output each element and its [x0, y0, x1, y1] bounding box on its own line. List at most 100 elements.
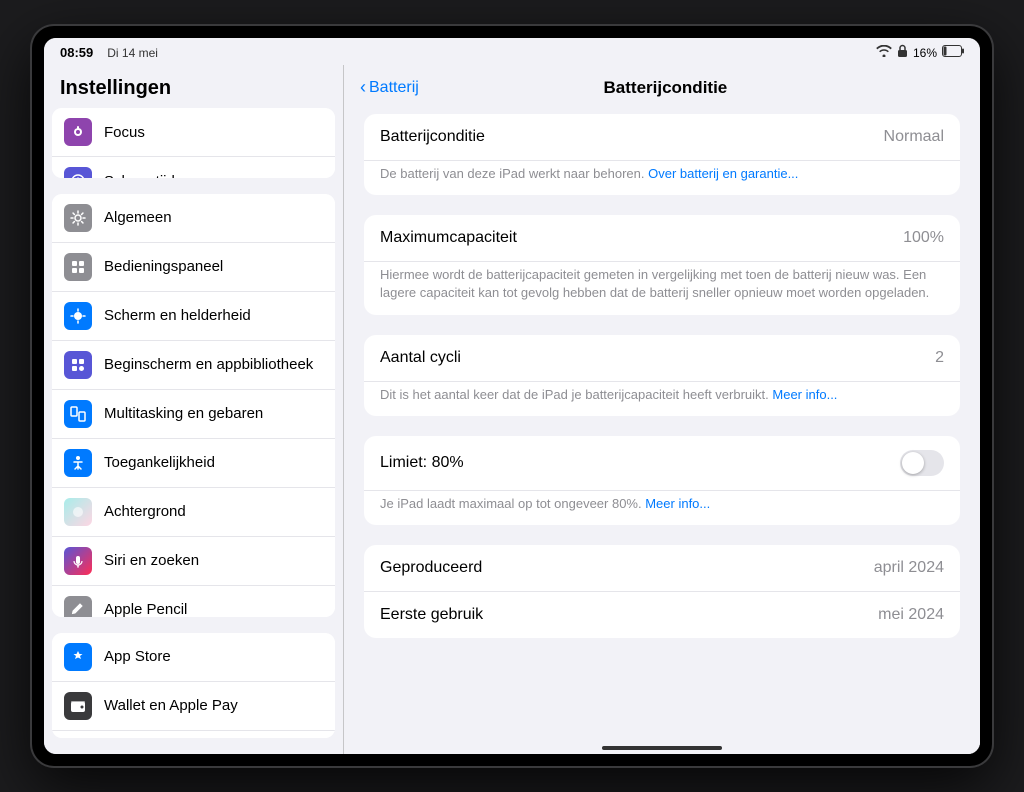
batterij-link[interactable]: Over batterij en garantie... [648, 166, 798, 181]
status-bar: 08:59 Di 14 mei 16% [44, 38, 980, 65]
status-time: 08:59 [60, 45, 93, 60]
siri-label: Siri en zoeken [104, 552, 199, 569]
wallet-label: Wallet en Apple Pay [104, 697, 238, 714]
algemeen-icon [64, 204, 92, 232]
sidebar-group-1: Focus Schermtijd [52, 108, 335, 178]
sidebar-item-algemeen[interactable]: Algemeen [52, 194, 335, 243]
status-right: 16% [876, 44, 964, 61]
sidebar: Instellingen Focus [44, 65, 344, 754]
eerste-value: mei 2024 [878, 606, 944, 624]
content-area: Batterijconditie Normaal De batterij van… [344, 106, 980, 658]
appstore-icon [64, 643, 92, 671]
batterijconditie-desc: De batterij van deze iPad werkt naar beh… [364, 161, 960, 195]
sidebar-group-3: App Store Wallet en Apple Pay [52, 633, 335, 738]
schermtijd-label: Schermtijd [104, 173, 175, 178]
card-limiet: Limiet: 80% Je iPad laadt maximaal op to… [364, 436, 960, 525]
home-indicator [602, 746, 722, 750]
bottom-bar [344, 740, 980, 754]
lock-icon [897, 44, 908, 61]
card-batterijconditie: Batterijconditie Normaal De batterij van… [364, 114, 960, 195]
ipad-screen: 08:59 Di 14 mei 16% [44, 38, 980, 754]
achtergrond-label: Achtergrond [104, 503, 186, 520]
sidebar-item-beginscherm[interactable]: Beginscherm en appbibliotheek [52, 341, 335, 390]
sidebar-item-focus[interactable]: Focus [52, 108, 335, 157]
sidebar-item-wallet[interactable]: Wallet en Apple Pay [52, 682, 335, 731]
limiet-label: Limiet: 80% [380, 454, 464, 472]
achtergrond-icon [64, 498, 92, 526]
battery-icon [942, 45, 964, 60]
cycli-value: 2 [935, 349, 944, 367]
sidebar-item-bedieningspaneel[interactable]: Bedieningspaneel [52, 243, 335, 292]
schermtijd-icon [64, 167, 92, 178]
ipad-frame: 08:59 Di 14 mei 16% [32, 26, 992, 766]
algemeen-label: Algemeen [104, 209, 172, 226]
sidebar-item-multitasking[interactable]: Multitasking en gebaren [52, 390, 335, 439]
battery-percent: 16% [913, 46, 937, 60]
capaciteit-label: Maximumcapaciteit [380, 229, 517, 247]
toegankelijkheid-label: Toegankelijkheid [104, 454, 215, 471]
bedieningspaneel-label: Bedieningspaneel [104, 258, 223, 275]
sidebar-item-applepencil[interactable]: Apple Pencil [52, 586, 335, 617]
beginscherm-label: Beginscherm en appbibliotheek [104, 356, 313, 373]
multitasking-label: Multitasking en gebaren [104, 405, 263, 422]
sidebar-item-achtergrond[interactable]: Achtergrond [52, 488, 335, 537]
cycli-desc-text: Dit is het aantal keer dat de iPad je ba… [380, 387, 772, 402]
bedieningspaneel-icon [64, 253, 92, 281]
card-row-limiet: Limiet: 80% [364, 436, 960, 491]
card-row-batterijconditie: Batterijconditie Normaal [364, 114, 960, 161]
capaciteit-value: 100% [903, 229, 944, 247]
geproduceerd-value: april 2024 [874, 559, 944, 577]
card-row-capaciteit: Maximumcapaciteit 100% [364, 215, 960, 262]
card-row-eerste: Eerste gebruik mei 2024 [364, 592, 960, 638]
sidebar-item-scherm[interactable]: Scherm en helderheid [52, 292, 335, 341]
status-date: Di 14 mei [107, 46, 158, 60]
card-cycli: Aantal cycli 2 Dit is het aantal keer da… [364, 335, 960, 416]
beginscherm-icon [64, 351, 92, 379]
card-dates: Geproduceerd april 2024 Eerste gebruik m… [364, 545, 960, 638]
multitasking-icon [64, 400, 92, 428]
toegankelijkheid-icon [64, 449, 92, 477]
limiet-desc-text: Je iPad laadt maximaal op tot ongeveer 8… [380, 496, 645, 511]
cycli-link[interactable]: Meer info... [772, 387, 837, 402]
card-capaciteit: Maximumcapaciteit 100% Hiermee wordt de … [364, 215, 960, 314]
back-chevron-icon: ‹ [360, 77, 366, 98]
batterijconditie-value: Normaal [884, 128, 944, 146]
applepencil-icon [64, 596, 92, 617]
card-row-geproduceerd: Geproduceerd april 2024 [364, 545, 960, 592]
limiet-desc: Je iPad laadt maximaal op tot ongeveer 8… [364, 491, 960, 525]
limiet-toggle[interactable] [900, 450, 944, 476]
siri-icon [64, 547, 92, 575]
scherm-label: Scherm en helderheid [104, 307, 251, 324]
back-button[interactable]: ‹ Batterij [360, 77, 419, 98]
back-label: Batterij [369, 79, 419, 97]
applepencil-label: Apple Pencil [104, 601, 187, 616]
focus-icon [64, 118, 92, 146]
sidebar-item-wachtwoorden[interactable]: Wachtwoorden [52, 731, 335, 738]
sidebar-item-toegankelijkheid[interactable]: Toegankelijkheid [52, 439, 335, 488]
batterijconditie-desc-text: De batterij van deze iPad werkt naar beh… [380, 166, 648, 181]
geproduceerd-label: Geproduceerd [380, 559, 482, 577]
toggle-knob [902, 452, 924, 474]
wifi-icon [876, 45, 892, 60]
focus-label: Focus [104, 124, 145, 141]
eerste-label: Eerste gebruik [380, 606, 483, 624]
sidebar-item-schermtijd[interactable]: Schermtijd [52, 157, 335, 178]
wallet-icon [64, 692, 92, 720]
limiet-link[interactable]: Meer info... [645, 496, 710, 511]
sidebar-group-2: Algemeen Bedieningspaneel [52, 194, 335, 617]
cycli-label: Aantal cycli [380, 349, 461, 367]
sidebar-title: Instellingen [44, 65, 343, 108]
sidebar-item-siri[interactable]: Siri en zoeken [52, 537, 335, 586]
cycli-desc: Dit is het aantal keer dat de iPad je ba… [364, 382, 960, 416]
sidebar-item-appstore[interactable]: App Store [52, 633, 335, 682]
scherm-icon [64, 302, 92, 330]
capaciteit-desc-text: Hiermee wordt de batterijcapaciteit geme… [380, 267, 929, 300]
page-title: Batterijconditie [431, 78, 900, 98]
right-panel: ‹ Batterij Batterijconditie Batterijcond… [344, 65, 980, 754]
main-layout: Instellingen Focus [44, 65, 980, 754]
right-header: ‹ Batterij Batterijconditie [344, 65, 980, 106]
card-row-cycli: Aantal cycli 2 [364, 335, 960, 382]
capaciteit-desc: Hiermee wordt de batterijcapaciteit geme… [364, 262, 960, 314]
appstore-label: App Store [104, 648, 171, 665]
batterijconditie-label: Batterijconditie [380, 128, 485, 146]
